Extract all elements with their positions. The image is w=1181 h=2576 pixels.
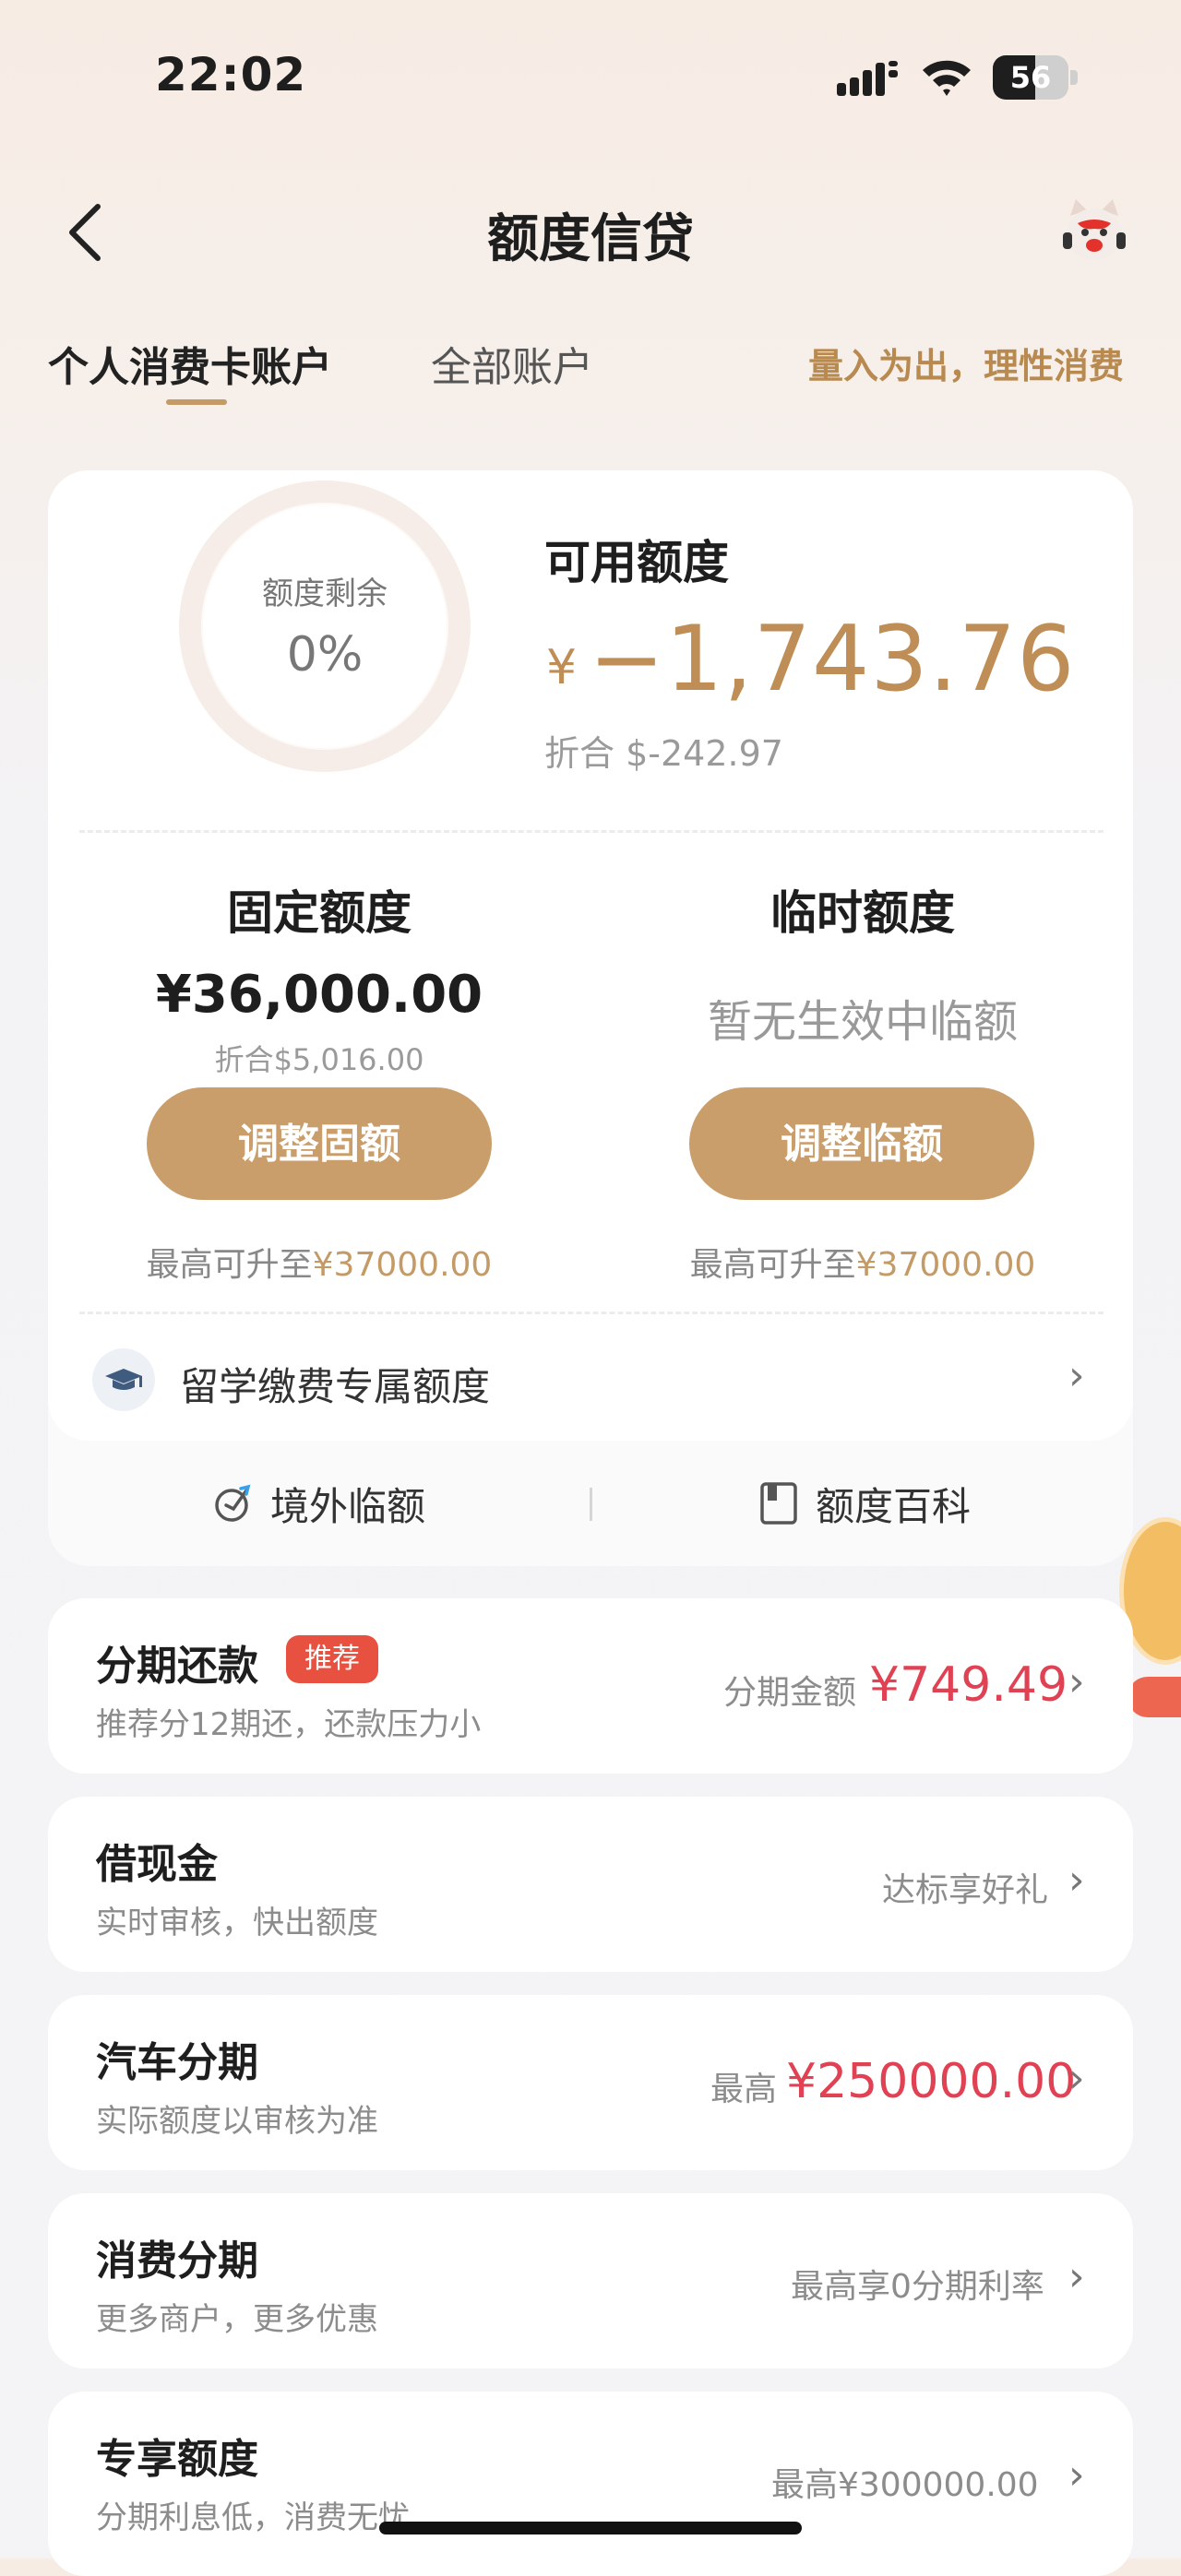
cash-loan-right-label: 达标享好礼 — [882, 1871, 1049, 1909]
temp-credit-title: 临时额度 — [770, 886, 955, 940]
credit-wiki-label: 额度百科 — [816, 1484, 972, 1529]
car-installment-title: 汽车分期 — [96, 2039, 258, 2086]
exclusive-credit-right-label: 最高¥300000.00 — [771, 2466, 1039, 2504]
chevron-right-icon: › — [1068, 1658, 1085, 1705]
globe-plane-icon — [215, 1484, 251, 1522]
adjust-temp-button[interactable]: 调整临额 — [689, 1087, 1034, 1200]
fixed-credit-usd: 折合$5,016.00 — [214, 1042, 424, 1077]
available-credit-label: 可用额度 — [544, 536, 729, 589]
available-credit-amount: −1,743.76 — [589, 607, 1076, 712]
ring-label: 额度剩余 — [262, 576, 388, 612]
cash-loan-title: 借现金 — [96, 1841, 218, 1888]
home-indicator — [379, 2522, 802, 2534]
wifi-icon — [923, 60, 971, 96]
installment-repayment-title: 分期还款 — [96, 1643, 258, 1690]
chevron-right-icon: › — [1068, 2451, 1085, 2499]
tab-all-accounts[interactable]: 全部账户 — [431, 334, 593, 393]
installment-amount-value: ¥749.49 — [869, 1657, 1068, 1713]
fixed-credit-title: 固定额度 — [227, 886, 412, 940]
page-title: 额度信贷 — [487, 209, 694, 269]
recommend-badge: 推荐 — [286, 1635, 378, 1683]
chevron-right-icon: › — [1068, 2055, 1085, 2102]
installment-repayment-subtitle: 推荐分12期还，还款压力小 — [96, 1706, 482, 1743]
car-installment-subtitle: 实际额度以审核为准 — [96, 2103, 378, 2140]
available-currency: ¥ — [546, 640, 578, 695]
chevron-right-icon: › — [1068, 1352, 1085, 1399]
book-icon — [760, 1482, 797, 1525]
fixed-credit-amount: ¥36,000.00 — [155, 965, 483, 1025]
cash-loan-subtitle: 实时审核，快出额度 — [96, 1905, 378, 1941]
car-installment-max-value: ¥250000.00 — [786, 2054, 1077, 2109]
floating-reward-tag[interactable] — [1127, 1677, 1181, 1717]
battery-level: 56 — [1009, 60, 1052, 95]
adjust-fixed-button[interactable]: 调整固额 — [147, 1087, 492, 1200]
chevron-right-icon: › — [1068, 2253, 1085, 2300]
ring-percent: 0% — [286, 627, 364, 683]
overseas-temp-credit-link[interactable]: 境外临额 — [208, 1476, 438, 1531]
study-fee-credit-label: 留学缴费专属额度 — [180, 1364, 491, 1409]
credit-wiki-link[interactable]: 额度百科 — [755, 1476, 995, 1531]
fixed-max-line: 最高可升至¥37000.00 — [146, 1246, 493, 1284]
graduation-cap-icon — [92, 1348, 155, 1411]
status-time: 22:02 — [155, 48, 307, 101]
chevron-right-icon: › — [1068, 1857, 1085, 1904]
active-tab-indicator — [166, 399, 227, 405]
car-installment-max-label: 最高 — [710, 2071, 778, 2108]
vertical-divider — [590, 1488, 592, 1521]
slogan: 量入为出，理性消费 — [808, 346, 1125, 386]
consumer-installment-right-label: 最高享0分期利率 — [791, 2268, 1044, 2306]
divider — [79, 830, 1103, 833]
exclusive-credit-subtitle: 分期利息低，消费无忧 — [96, 2499, 410, 2536]
available-credit-usd: 折合 $-242.97 — [544, 733, 783, 774]
remaining-ratio-ring — [179, 481, 471, 772]
consumer-installment-subtitle: 更多商户，更多优惠 — [96, 2301, 378, 2338]
consumer-installment-title: 消费分期 — [96, 2238, 258, 2285]
tab-personal-card-account[interactable]: 个人消费卡账户 — [48, 334, 332, 393]
installment-amount-label: 分期金额 — [723, 1674, 857, 1712]
mascot-icon[interactable] — [1057, 196, 1131, 269]
cellular-signal-icon — [837, 61, 898, 96]
divider — [79, 1312, 1103, 1314]
temp-max-line: 最高可升至¥37000.00 — [689, 1246, 1036, 1284]
battery-indicator: 56 — [993, 55, 1078, 100]
overseas-temp-credit-label: 境外临额 — [270, 1484, 426, 1529]
temp-credit-status: 暂无生效中临额 — [707, 996, 1018, 1048]
exclusive-credit-title: 专享额度 — [96, 2436, 258, 2483]
